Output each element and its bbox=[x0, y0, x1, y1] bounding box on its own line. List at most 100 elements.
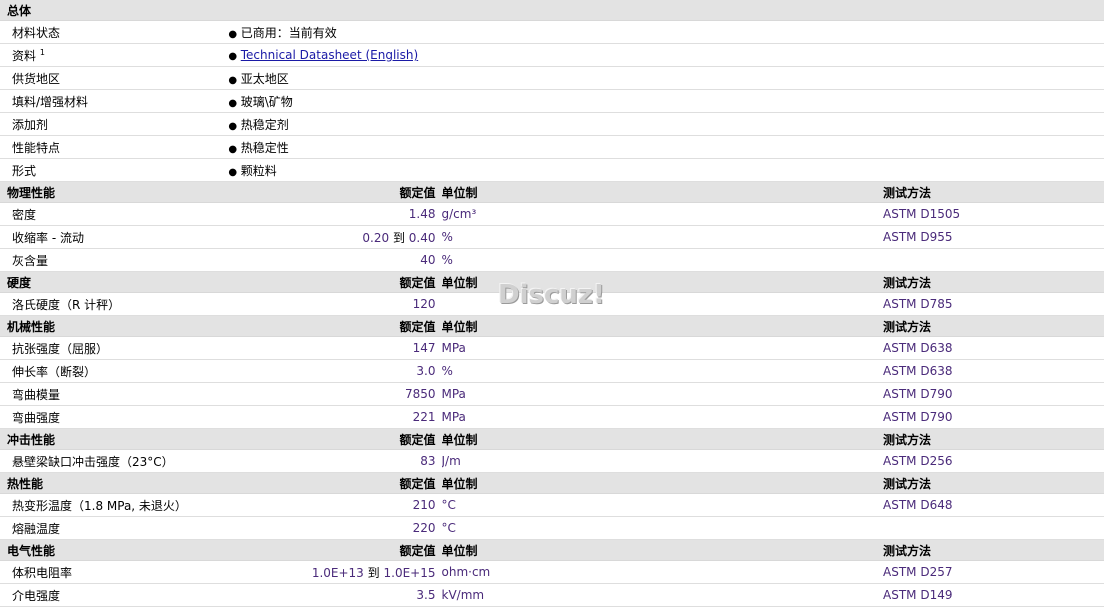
general-row: 供货地区 ● 亚太地区 bbox=[0, 66, 1104, 90]
section-title: 冲击性能 bbox=[0, 428, 221, 450]
value-text: 玻璃\矿物 bbox=[240, 94, 293, 109]
unit-value: °C bbox=[441, 493, 663, 517]
section-title: 机械性能 bbox=[0, 315, 221, 337]
property-row: 弯曲强度 221 MPa ASTM D790 bbox=[0, 405, 1104, 429]
spacer bbox=[662, 359, 883, 383]
unit-header: 单位制 bbox=[441, 428, 663, 450]
nominal-header: 额定值 bbox=[220, 539, 442, 561]
test-method: ASTM D790 bbox=[883, 405, 1104, 429]
property-row: 伸长率（断裂） 3.0% ASTM D638 bbox=[0, 359, 1104, 383]
datasheet-link[interactable]: Technical Datasheet (English) bbox=[241, 48, 418, 62]
property-label: 灰含量 bbox=[0, 248, 221, 272]
bullet-icon: ● bbox=[228, 28, 238, 40]
spacer bbox=[662, 248, 883, 272]
section-header-general: 总体 bbox=[0, 0, 1104, 21]
unit-value: % bbox=[441, 248, 663, 272]
method-header: 测试方法 bbox=[883, 539, 1104, 561]
nominal-header: 额定值 bbox=[220, 181, 442, 203]
property-label: 形式 bbox=[0, 158, 221, 182]
property-value: ● 热稳定剂 bbox=[220, 112, 1104, 136]
section-title: 物理性能 bbox=[0, 181, 221, 203]
property-label: 悬壁梁缺口冲击强度（23°C） bbox=[0, 449, 221, 473]
test-method: ASTM D256 bbox=[883, 449, 1104, 473]
unit-value: % bbox=[441, 225, 663, 249]
spacer bbox=[662, 539, 883, 561]
unit-value: g/cm³ bbox=[441, 202, 663, 226]
unit-value: MPa bbox=[441, 336, 663, 360]
property-label: 资料 1 bbox=[0, 43, 221, 67]
nominal-header: 额定值 bbox=[220, 428, 442, 450]
spacer bbox=[662, 382, 883, 406]
property-value: ● 亚太地区 bbox=[220, 66, 1104, 90]
section-header: 物理性能 额定值 单位制 测试方法 bbox=[0, 181, 1104, 203]
property-label: 添加剂 bbox=[0, 112, 221, 136]
test-method bbox=[883, 516, 1104, 540]
nominal-value: 0.20 到 0.40 bbox=[220, 225, 442, 249]
unit-header: 单位制 bbox=[441, 181, 663, 203]
section-title: 总体 bbox=[0, 0, 1104, 21]
spacer bbox=[662, 493, 883, 517]
bullet-icon: ● bbox=[228, 143, 238, 155]
unit-header: 单位制 bbox=[441, 315, 663, 337]
nominal-value: 147 bbox=[220, 336, 442, 360]
section-header: 热性能 额定值 单位制 测试方法 bbox=[0, 472, 1104, 494]
method-header: 测试方法 bbox=[883, 271, 1104, 293]
unit-value: MPa bbox=[441, 382, 663, 406]
spacer bbox=[662, 292, 883, 316]
unit-value: MPa bbox=[441, 405, 663, 429]
nominal-value: 220 bbox=[220, 516, 442, 540]
spacer bbox=[662, 516, 883, 540]
nominal-header: 额定值 bbox=[220, 315, 442, 337]
nominal-value: 40 bbox=[220, 248, 442, 272]
property-label: 熔融温度 bbox=[0, 516, 221, 540]
property-label: 体积电阻率 bbox=[0, 560, 221, 584]
method-header: 测试方法 bbox=[883, 181, 1104, 203]
value-text: 热稳定性 bbox=[240, 140, 289, 155]
property-label: 弯曲强度 bbox=[0, 405, 221, 429]
nominal-value: 1.0E+13 到 1.0E+15 bbox=[220, 560, 442, 584]
test-method: ASTM D790 bbox=[883, 382, 1104, 406]
property-value: ● 玻璃\矿物 bbox=[220, 89, 1104, 113]
section-header: 电气性能 额定值 单位制 测试方法 bbox=[0, 539, 1104, 561]
spacer bbox=[662, 315, 883, 337]
nominal-header: 额定值 bbox=[220, 271, 442, 293]
property-value: ● Technical Datasheet (English) bbox=[220, 43, 1104, 67]
value-text: 亚太地区 bbox=[240, 71, 289, 86]
property-label: 抗张强度（屈服） bbox=[0, 336, 221, 360]
spacer bbox=[662, 202, 883, 226]
section-header: 冲击性能 额定值 单位制 测试方法 bbox=[0, 428, 1104, 450]
test-method: ASTM D648 bbox=[883, 493, 1104, 517]
test-method: ASTM D149 bbox=[883, 583, 1104, 607]
property-value: ● 已商用：当前有效 bbox=[220, 20, 1104, 44]
property-row: 体积电阻率 1.0E+13 到 1.0E+15 ohm·cm ASTM D257 bbox=[0, 560, 1104, 584]
property-label: 收缩率 - 流动 bbox=[0, 225, 221, 249]
property-value: ● 热稳定性 bbox=[220, 135, 1104, 159]
property-row: 热变形温度（1.8 MPa, 未退火） 210 °C ASTM D648 bbox=[0, 493, 1104, 517]
bullet-icon: ● bbox=[228, 97, 238, 109]
spacer bbox=[662, 583, 883, 607]
spacer bbox=[662, 428, 883, 450]
nominal-value: 7850 bbox=[220, 382, 442, 406]
spacer bbox=[662, 336, 883, 360]
property-row: 灰含量 40% bbox=[0, 248, 1104, 272]
unit-value: °C bbox=[441, 516, 663, 540]
spacer bbox=[662, 181, 883, 203]
property-value: ● 颗粒料 bbox=[220, 158, 1104, 182]
section-header: 机械性能 额定值 单位制 测试方法 bbox=[0, 315, 1104, 337]
footnote-marker: 1 bbox=[39, 47, 45, 57]
unit-value: ohm·cm bbox=[441, 560, 663, 584]
nominal-value: 210 bbox=[220, 493, 442, 517]
test-method: ASTM D955 bbox=[883, 225, 1104, 249]
unit-value: kV/mm bbox=[441, 583, 663, 607]
test-method bbox=[883, 248, 1104, 272]
section-title: 电气性能 bbox=[0, 539, 221, 561]
range-word: 到 bbox=[392, 230, 405, 245]
nominal-value: 83 bbox=[220, 449, 442, 473]
general-row: 填料/增强材料 ● 玻璃\矿物 bbox=[0, 89, 1104, 113]
spacer bbox=[662, 472, 883, 494]
property-row: 介电强度 3.5 kV/mm ASTM D149 bbox=[0, 583, 1104, 607]
bullet-icon: ● bbox=[228, 74, 238, 86]
test-method: ASTM D638 bbox=[883, 336, 1104, 360]
bullet-icon: ● bbox=[228, 120, 238, 132]
property-row: 密度 1.48 g/cm³ ASTM D1505 bbox=[0, 202, 1104, 226]
